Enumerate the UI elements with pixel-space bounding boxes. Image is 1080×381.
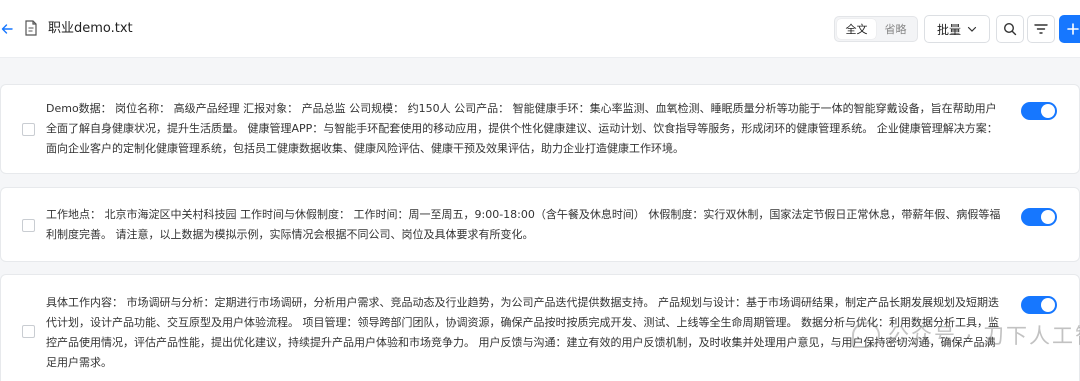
- search-icon: [1003, 22, 1017, 36]
- list-item: 工作地点： 北京市海淀区中关村科技园 工作时间与休假制度： 工作时间：周一至周五…: [0, 187, 1080, 262]
- list-item: 具体工作内容： 市场调研与分析：定期进行市场调研，分析用户需求、竞品动态及行业趋…: [0, 274, 1080, 381]
- search-button[interactable]: [996, 15, 1024, 43]
- toggle-knob: [1041, 210, 1055, 224]
- item-checkbox[interactable]: [22, 325, 35, 338]
- batch-label: 批量: [936, 22, 961, 37]
- view-omit-button[interactable]: 省略: [876, 19, 915, 39]
- text-file-icon: [25, 20, 37, 36]
- view-full-button[interactable]: 全文: [837, 19, 876, 39]
- filter-button[interactable]: [1027, 15, 1055, 43]
- toolbar: 职业demo.txt 全文 省略 批量: [0, 0, 1080, 58]
- toggle-knob: [1041, 104, 1055, 118]
- back-button[interactable]: [0, 19, 14, 39]
- chevron-down-icon: [967, 26, 977, 32]
- item-enable-toggle[interactable]: [1021, 102, 1057, 120]
- view-mode-toggle: 全文 省略: [834, 16, 918, 42]
- add-button[interactable]: [1059, 15, 1080, 43]
- batch-dropdown[interactable]: 批量: [924, 15, 990, 43]
- item-enable-toggle[interactable]: [1021, 208, 1057, 226]
- item-text: 工作地点： 北京市海淀区中关村科技园 工作时间与休假制度： 工作时间：周一至周五…: [46, 208, 1001, 241]
- filter-icon: [1034, 24, 1048, 34]
- arrow-left-icon: [1, 24, 13, 34]
- item-text: 具体工作内容： 市场调研与分析：定期进行市场调研，分析用户需求、竞品动态及行业趋…: [46, 296, 999, 369]
- item-checkbox[interactable]: [22, 219, 35, 232]
- plus-icon: [1067, 23, 1079, 35]
- list-item: Demo数据： 岗位名称： 高级产品经理 汇报对象： 产品总监 公司规模： 约1…: [0, 84, 1080, 174]
- item-text: Demo数据： 岗位名称： 高级产品经理 汇报对象： 产品总监 公司规模： 约1…: [46, 102, 998, 155]
- item-checkbox[interactable]: [22, 123, 35, 136]
- toggle-knob: [1041, 298, 1055, 312]
- item-enable-toggle[interactable]: [1021, 296, 1057, 314]
- file-name: 职业demo.txt: [48, 21, 133, 36]
